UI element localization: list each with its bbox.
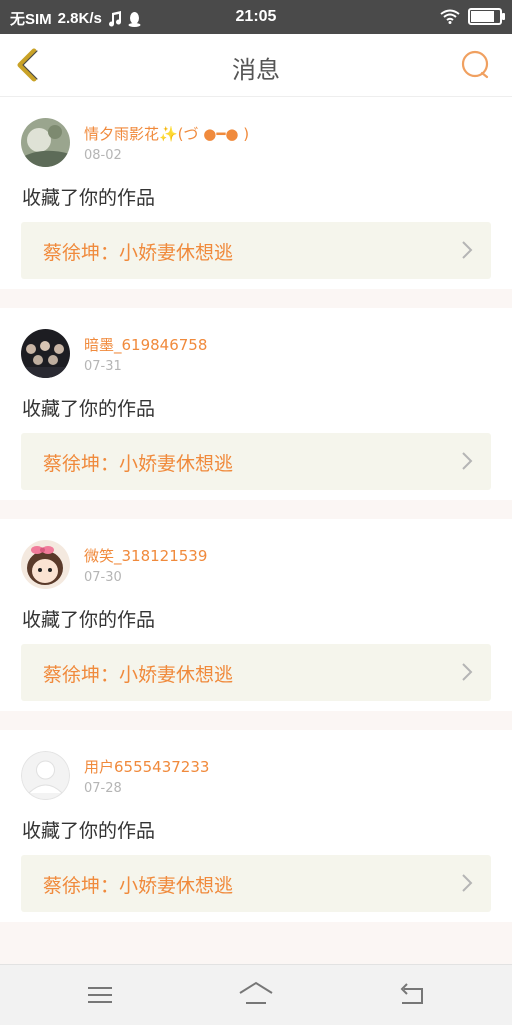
avatar-image xyxy=(21,540,70,589)
message-date: 07-28 xyxy=(84,781,122,796)
battery-fill xyxy=(471,11,495,22)
clock: 21:05 xyxy=(235,8,277,25)
back-arrow-icon[interactable] xyxy=(392,979,432,1011)
username[interactable]: 情夕雨影花✨(づ ●━● ) xyxy=(84,123,249,144)
message-card: 情夕雨影花✨(づ ●━● ) 08-02 收藏了你的作品 蔡徐坤：小娇妻休想逃 xyxy=(0,97,512,289)
message-card: 暗墨_619846758 07-31 收藏了你的作品 蔡徐坤：小娇妻休想逃 xyxy=(0,308,512,500)
chevron-right-icon xyxy=(462,241,473,259)
work-title: 蔡徐坤：小娇妻休想逃 xyxy=(43,875,234,897)
action-text: 收藏了你的作品 xyxy=(22,187,156,209)
status-right xyxy=(440,8,505,25)
chevron-right-icon xyxy=(462,663,473,681)
username[interactable]: 暗墨_619846758 xyxy=(84,334,207,355)
default-avatar-icon xyxy=(21,751,70,800)
message-date: 07-31 xyxy=(84,359,122,374)
app-header: 消息 xyxy=(0,34,512,97)
work-title: 蔡徐坤：小娇妻休想逃 xyxy=(43,664,234,686)
message-date: 08-02 xyxy=(84,148,122,163)
username[interactable]: 微笑_318121539 xyxy=(84,545,207,566)
message-card: 微笑_318121539 07-30 收藏了你的作品 蔡徐坤：小娇妻休想逃 xyxy=(0,519,512,711)
work-title: 蔡徐坤：小娇妻休想逃 xyxy=(43,453,234,475)
chevron-right-icon xyxy=(462,874,473,892)
status-bar: 无SIM 2.8K/s 21:05 xyxy=(0,0,512,34)
work-link[interactable]: 蔡徐坤：小娇妻休想逃 xyxy=(21,433,491,490)
avatar-image xyxy=(21,329,70,378)
search-icon[interactable] xyxy=(460,49,492,81)
message-card: 用户6555437233 07-28 收藏了你的作品 蔡徐坤：小娇妻休想逃 xyxy=(0,730,512,922)
battery-icon xyxy=(468,8,505,25)
action-text: 收藏了你的作品 xyxy=(22,398,156,420)
message-date: 07-30 xyxy=(84,570,122,585)
action-text: 收藏了你的作品 xyxy=(22,820,156,842)
avatar[interactable] xyxy=(21,329,70,378)
work-title: 蔡徐坤：小娇妻休想逃 xyxy=(43,242,234,264)
message-list: 情夕雨影花✨(づ ●━● ) 08-02 收藏了你的作品 蔡徐坤：小娇妻休想逃 … xyxy=(0,97,512,941)
avatar[interactable] xyxy=(21,751,70,800)
chevron-right-icon xyxy=(462,452,473,470)
action-text: 收藏了你的作品 xyxy=(22,609,156,631)
avatar[interactable] xyxy=(21,540,70,589)
work-link[interactable]: 蔡徐坤：小娇妻休想逃 xyxy=(21,644,491,701)
avatar[interactable] xyxy=(21,118,70,167)
username[interactable]: 用户6555437233 xyxy=(84,756,209,777)
work-link[interactable]: 蔡徐坤：小娇妻休想逃 xyxy=(21,855,491,912)
wifi-icon xyxy=(440,9,460,24)
system-nav-bar xyxy=(0,964,512,1025)
work-link[interactable]: 蔡徐坤：小娇妻休想逃 xyxy=(21,222,491,279)
page-title: 消息 xyxy=(232,56,280,84)
home-icon[interactable] xyxy=(236,979,276,1011)
avatar-image xyxy=(21,118,70,167)
menu-icon[interactable] xyxy=(80,979,120,1011)
